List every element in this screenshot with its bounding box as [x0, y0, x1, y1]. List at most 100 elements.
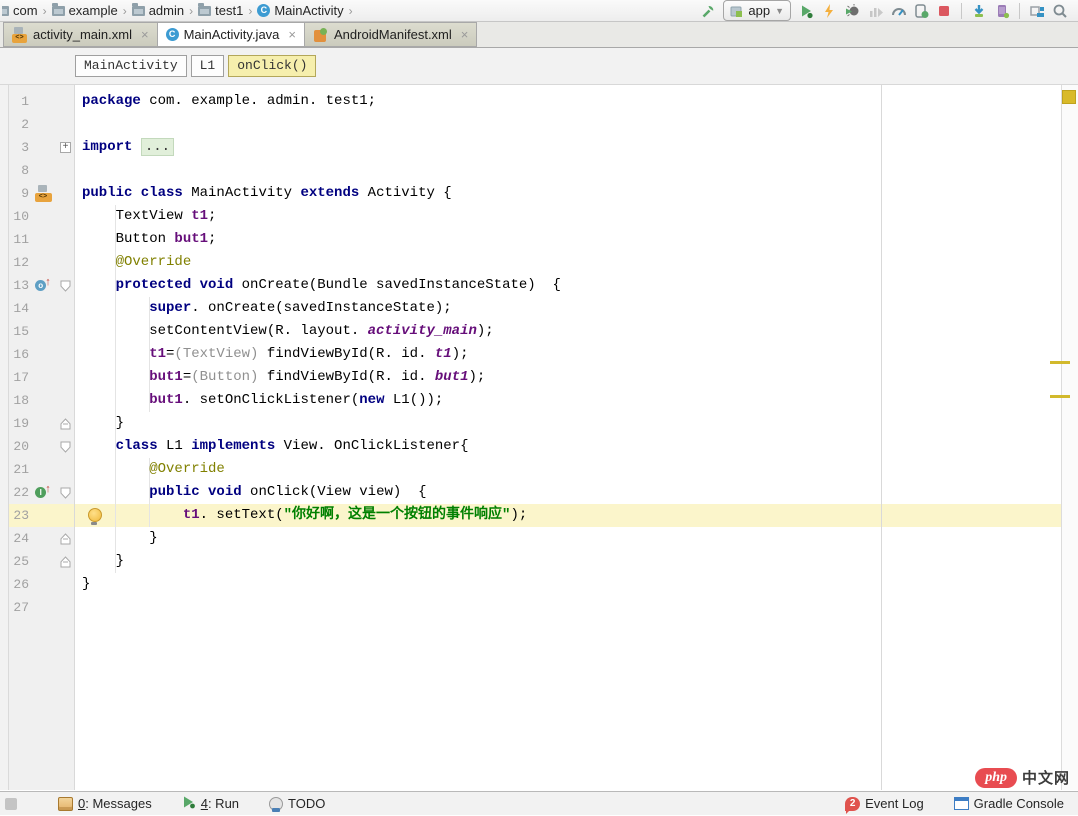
toolwindow-switcher-icon[interactable] [5, 798, 17, 810]
line-number: 21 [9, 458, 29, 481]
line-number: 12 [9, 251, 29, 274]
code-line: 8 [0, 159, 1062, 182]
search-everywhere-icon[interactable] [1052, 3, 1068, 19]
editor-tab-bar: activity_main.xml×MainActivity.java×Andr… [0, 22, 1078, 48]
breadcrumb-chip-onClick()[interactable]: onClick() [228, 55, 316, 77]
fold-marker[interactable] [57, 533, 74, 545]
code-line-text: super. onCreate(savedInstanceState); [74, 297, 1062, 320]
attach-debugger-to-process-icon[interactable] [913, 3, 929, 19]
stop-icon[interactable] [936, 3, 952, 19]
line-number: 15 [9, 320, 29, 343]
line-number: 2 [9, 113, 29, 136]
run-toolwindow-button[interactable]: 4: Run [182, 795, 239, 812]
breadcrumb-item-com[interactable]: com [2, 3, 38, 18]
line-number: 9 [9, 182, 29, 205]
event-log-button[interactable]: 2 Event Log [845, 796, 924, 811]
code-line: 2 [0, 113, 1062, 136]
toolbar-actions: app ▼ [700, 0, 1068, 21]
breadcrumb-item-MainActivity[interactable]: MainActivity [257, 3, 343, 18]
folder-icon [198, 6, 211, 16]
line-number: 25 [9, 550, 29, 573]
sdk-manager-icon[interactable] [971, 3, 987, 19]
breadcrumb-item-example[interactable]: example [52, 3, 118, 18]
tab-close-icon[interactable]: × [288, 27, 296, 42]
todo-toolwindow-button[interactable]: TODO [269, 796, 325, 811]
messages-toolwindow-button[interactable]: 0: Messages [58, 796, 152, 811]
line-number: 26 [9, 573, 29, 596]
debug-bug-icon[interactable] [844, 3, 860, 19]
code-line-text: @Override [74, 251, 1062, 274]
intention-bulb-icon[interactable] [88, 508, 102, 522]
breadcrumb-item-test1[interactable]: test1 [198, 3, 243, 18]
tab-label: MainActivity.java [184, 27, 280, 42]
breadcrumb-item-admin[interactable]: admin [132, 3, 184, 18]
attach-profiler-gauge-icon[interactable] [890, 3, 906, 19]
line-number: 13 [9, 274, 29, 297]
code-line-text: public class MainActivity extends Activi… [74, 182, 1062, 205]
breadcrumb-separator: › [189, 4, 193, 18]
line-number: 14 [9, 297, 29, 320]
line-number: 3 [9, 136, 29, 159]
tab-label: activity_main.xml [33, 27, 132, 42]
run-configuration-selector[interactable]: app ▼ [723, 0, 791, 21]
code-line-text: t1=(TextView) findViewById(R. id. t1); [74, 343, 1062, 366]
breadcrumb: com›example›admin›test1›MainActivity› [2, 3, 356, 18]
fold-marker[interactable] [57, 441, 74, 453]
breadcrumb-label: example [69, 3, 118, 18]
editor-tab-activity_main.xml[interactable]: activity_main.xml × [3, 22, 158, 47]
line-number: 27 [9, 596, 29, 619]
implementing-method-icon[interactable]: I↑ [35, 487, 51, 499]
code-line: 19 } [0, 412, 1062, 435]
code-line: 1package com. example. admin. test1; [0, 90, 1062, 113]
line-number: 16 [9, 343, 29, 366]
code-line-text: t1. setText("你好啊，这是一个按钮的事件响应"); [74, 504, 1062, 527]
line-number: 19 [9, 412, 29, 435]
gradle-console-icon [954, 797, 969, 810]
folder-icon [2, 6, 9, 16]
android-manifest-icon [313, 27, 329, 43]
code-line-text: setContentView(R. layout. activity_main)… [74, 320, 1062, 343]
breadcrumb-chip-MainActivity[interactable]: MainActivity [75, 55, 187, 77]
run-icon[interactable] [798, 3, 814, 19]
breadcrumb-separator: › [123, 4, 127, 18]
code-editor[interactable]: 1package com. example. admin. test1;23+i… [0, 85, 1078, 790]
breadcrumb-label: com [13, 3, 38, 18]
warning-stripe-mark[interactable] [1050, 395, 1070, 398]
fold-marker[interactable] [57, 556, 74, 568]
avd-manager-icon[interactable] [994, 3, 1010, 19]
code-line: 14 super. onCreate(savedInstanceState); [0, 297, 1062, 320]
profile-icon[interactable] [867, 3, 883, 19]
code-line: 17 but1=(Button) findViewById(R. id. but… [0, 366, 1062, 389]
fold-marker[interactable] [57, 280, 74, 292]
project-structure-icon[interactable] [1029, 3, 1045, 19]
status-bar: 0: Messages 4: Run TODO 2 Event Log Grad… [0, 791, 1078, 815]
fold-marker[interactable] [57, 487, 74, 499]
gradle-console-button[interactable]: Gradle Console [954, 796, 1064, 811]
file-status-indicator[interactable] [1062, 90, 1076, 104]
instant-run-lightning-icon[interactable] [821, 3, 837, 19]
tab-close-icon[interactable]: × [141, 27, 149, 42]
run-toolwindow-icon [182, 795, 196, 812]
layout-xml-icon [12, 27, 28, 43]
fold-marker[interactable]: + [57, 142, 74, 153]
gradle-console-label: Gradle Console [974, 796, 1064, 811]
error-stripe-scrollbar[interactable] [1061, 85, 1078, 790]
code-line-text: Button but1; [74, 228, 1062, 251]
go-to-related-layout-icon[interactable]: <> [35, 185, 52, 202]
code-line: 26} [0, 573, 1062, 596]
line-number: 17 [9, 366, 29, 389]
breadcrumb-chip-L1[interactable]: L1 [191, 55, 225, 77]
warning-stripe-mark[interactable] [1050, 361, 1070, 364]
php-cn-watermark: php 中文网 [975, 766, 1070, 789]
structure-breadcrumb-row: MainActivityL1onClick() [0, 48, 1078, 85]
editor-tab-AndroidManifest.xml[interactable]: AndroidManifest.xml× [305, 22, 477, 47]
tab-close-icon[interactable]: × [461, 27, 469, 42]
folder-icon [52, 6, 65, 16]
editor-tab-MainActivity.java[interactable]: MainActivity.java × [158, 22, 305, 47]
overriding-method-icon[interactable]: o↑ [35, 280, 51, 292]
code-line: 11 Button but1; [0, 228, 1062, 251]
breadcrumb-separator: › [43, 4, 47, 18]
code-line-text: } [74, 573, 1062, 596]
fold-marker[interactable] [57, 418, 74, 430]
build-hammer-icon[interactable] [700, 3, 716, 19]
